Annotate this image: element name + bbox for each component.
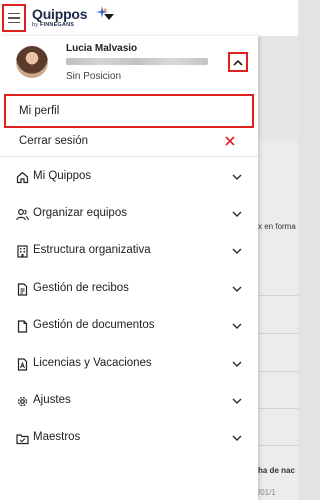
navigation-drawer: Lucia Malvasio Sin Posicion Mi perfil Ce…	[0, 36, 258, 500]
background-text: x en forma	[258, 222, 296, 231]
background-text: ha de nac	[258, 466, 295, 475]
chevron-down-icon	[232, 211, 242, 218]
menu-item-label: Maestros	[33, 431, 81, 443]
menu-item-ajustes[interactable]: Ajustes	[0, 384, 258, 420]
menu-item-label: Organizar equipos	[33, 207, 127, 219]
license-icon	[17, 358, 28, 371]
avatar	[16, 46, 48, 78]
divider	[258, 445, 298, 446]
menu-item-maestros[interactable]: Maestros	[0, 421, 258, 457]
menu-item-mi-quippos[interactable]: Mi Quippos	[0, 160, 258, 196]
profile-collapse-button[interactable]	[228, 52, 248, 72]
close-icon[interactable]	[225, 136, 235, 146]
divider	[258, 371, 298, 372]
chevron-down-icon	[232, 248, 242, 255]
menu-item-label: Estructura organizativa	[33, 244, 151, 256]
logo-sub-text: by FINNEGANS	[32, 22, 75, 28]
folder-check-icon	[16, 434, 29, 445]
receipt-icon	[17, 283, 28, 296]
chevron-down-icon	[232, 361, 242, 368]
background-card	[258, 140, 298, 500]
document-icon	[17, 320, 28, 333]
top-bar: Quippos by FINNEGANS	[0, 0, 298, 37]
user-position: Sin Posicion	[66, 71, 122, 82]
divider	[258, 295, 298, 296]
menu-item-label: Mi Quippos	[33, 170, 92, 182]
menu-item-estructura-organizativa[interactable]: Estructura organizativa	[0, 234, 258, 270]
logout-item[interactable]: Cerrar sesión	[0, 130, 258, 157]
people-icon	[16, 208, 29, 221]
divider	[258, 408, 298, 409]
user-email-redacted	[66, 58, 208, 65]
background-text: /01/1	[258, 488, 276, 497]
my-profile-link[interactable]: Mi perfil	[4, 94, 254, 128]
logout-label: Cerrar sesión	[19, 135, 89, 147]
chevron-down-icon[interactable]	[104, 14, 114, 21]
chevron-down-icon	[232, 435, 242, 442]
chevron-down-icon	[232, 174, 242, 181]
user-profile-header: Lucia Malvasio Sin Posicion	[0, 36, 258, 90]
logo-main-text: Quippos	[32, 6, 88, 22]
menu-item-label: Licencias y Vacaciones	[33, 357, 152, 369]
menu-item-label: Ajustes	[33, 394, 71, 406]
hamburger-icon[interactable]	[2, 4, 26, 32]
menu-item-gestion-de-documentos[interactable]: Gestión de documentos	[0, 309, 258, 345]
menu-item-gestion-de-recibos[interactable]: Gestión de recibos	[0, 272, 258, 308]
chevron-up-icon	[233, 59, 243, 66]
chevron-down-icon	[232, 323, 242, 330]
menu-item-licencias-y-vacaciones[interactable]: Licencias y Vacaciones	[0, 347, 258, 383]
home-icon	[16, 171, 29, 184]
menu-item-label: Gestión de recibos	[33, 282, 129, 294]
gear-icon	[17, 396, 28, 407]
building-icon	[17, 245, 28, 258]
divider	[258, 333, 298, 334]
chevron-down-icon	[232, 286, 242, 293]
chevron-down-icon	[232, 398, 242, 405]
menu-item-label: Gestión de documentos	[33, 319, 155, 331]
user-name: Lucia Malvasio	[66, 43, 138, 54]
menu-item-organizar-equipos[interactable]: Organizar equipos	[0, 197, 258, 233]
brand-logo[interactable]: Quippos by FINNEGANS	[32, 6, 108, 32]
